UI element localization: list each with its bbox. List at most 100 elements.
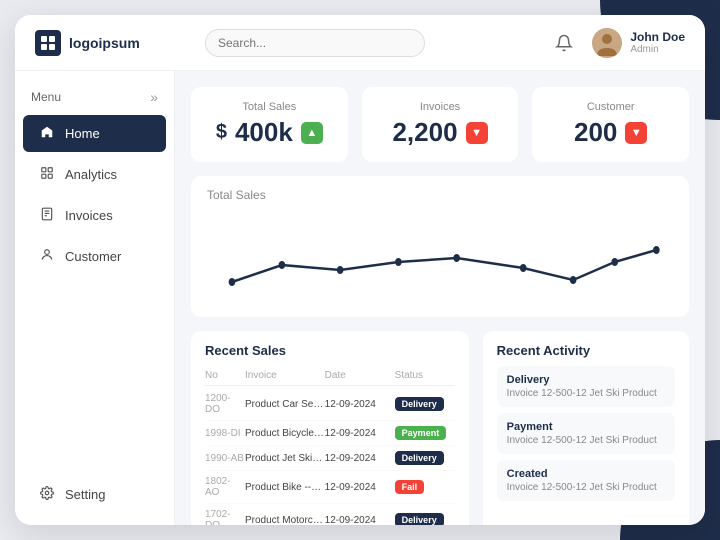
user-info: John Doe Admin [630,30,685,55]
row-no: 1200-DO [205,393,245,415]
stat-currency-total-sales: $ [216,121,227,144]
stat-value-total-sales: 400k [235,117,293,148]
recent-sales: Recent Sales No Invoice Date Status 1200… [191,331,469,525]
stat-cards: Total Sales $ 400k ▲ Invoices 2,200 ▼ Cu [191,87,689,162]
table-row: 1702-DO Product Motorcycle --12-11-AO 12… [205,504,455,525]
col-invoice: Invoice [245,370,325,381]
header-right: John Doe Admin [550,28,685,58]
row-date: 12-09-2024 [325,399,395,410]
activity-type: Created [507,468,665,480]
stat-value-row-customer: 200 ▼ [574,117,647,148]
row-invoice: Product Bike --12-1291-AD [245,482,325,493]
row-status: Payment [395,426,455,440]
stat-value-row-total-sales: $ 400k ▲ [216,117,323,148]
avatar [592,28,622,58]
stat-value-invoices: 2,200 [392,117,457,148]
notification-icon[interactable] [550,29,578,57]
activity-desc: Invoice 12-500-12 Jet Ski Product [507,482,665,493]
search-input[interactable] [205,29,425,57]
status-badge: Delivery [395,397,444,411]
activity-item: Created Invoice 12-500-12 Jet Ski Produc… [497,460,675,501]
row-status: Fail [395,480,455,494]
status-badge: Payment [395,426,447,440]
trend-down-invoices: ▼ [466,122,488,144]
stat-card-customer: Customer 200 ▼ [532,87,689,162]
row-date: 12-09-2024 [325,453,395,464]
status-badge: Delivery [395,451,444,465]
recent-sales-title: Recent Sales [205,343,455,358]
user-name: John Doe [630,30,685,44]
sidebar-item-invoices-label: Invoices [65,208,113,223]
logo-icon [35,30,61,56]
col-no: No [205,370,245,381]
user-area[interactable]: John Doe Admin [592,28,685,58]
table-row: 1990-AB Product Jet Ski --12-2912-AO 12-… [205,446,455,471]
row-invoice: Product Bicycle --12-130-AOI [245,428,325,439]
activity-type: Payment [507,421,665,433]
chart-card: Total Sales [191,176,689,317]
content: Total Sales $ 400k ▲ Invoices 2,200 ▼ Cu [175,71,705,525]
trend-down-customer: ▼ [625,122,647,144]
status-badge: Fail [395,480,425,494]
sidebar-item-analytics-label: Analytics [65,167,117,182]
activity-list: Delivery Invoice 12-500-12 Jet Ski Produ… [497,366,675,501]
row-no: 1702-DO [205,509,245,525]
table-header: No Invoice Date Status [205,366,455,386]
search-bar [205,29,425,57]
recent-activity-title: Recent Activity [497,343,675,358]
activity-item: Payment Invoice 12-500-12 Jet Ski Produc… [497,413,675,454]
activity-type: Delivery [507,374,665,386]
sidebar-item-invoices[interactable]: Invoices [23,197,166,234]
sidebar-setting-label: Setting [65,487,105,502]
sidebar-item-customer[interactable]: Customer [23,238,166,275]
sidebar: Menu » Home Analytics Invoices [15,71,175,525]
sidebar-item-home-label: Home [65,126,100,141]
stat-label-invoices: Invoices [420,101,460,113]
row-invoice: Product Motorcycle --12-11-AO [245,515,325,526]
activity-desc: Invoice 12-500-12 Jet Ski Product [507,388,665,399]
activity-desc: Invoice 12-500-12 Jet Ski Product [507,435,665,446]
setting-icon [39,486,55,503]
col-date: Date [325,370,395,381]
menu-label: Menu [31,90,61,104]
sidebar-item-analytics[interactable]: Analytics [23,156,166,193]
stat-card-total-sales: Total Sales $ 400k ▲ [191,87,348,162]
sidebar-item-customer-label: Customer [65,249,121,264]
status-badge: Delivery [395,513,444,525]
sidebar-menu-label: Menu » [15,81,174,113]
sidebar-item-home[interactable]: Home [23,115,166,152]
row-date: 12-09-2024 [325,515,395,526]
bottom-section: Recent Sales No Invoice Date Status 1200… [191,331,689,525]
sales-table-body: 1200-DO Product Car Seat --12-1400-DO 12… [205,388,455,525]
chart-svg [207,210,673,300]
row-status: Delivery [395,397,455,411]
row-date: 12-09-2024 [325,428,395,439]
row-date: 12-09-2024 [325,482,395,493]
stat-label-customer: Customer [587,101,635,113]
stat-value-customer: 200 [574,117,617,148]
chart-title: Total Sales [207,188,673,202]
home-icon [39,125,55,142]
row-no: 1802-AO [205,476,245,498]
main-body: Menu » Home Analytics Invoices [15,71,705,525]
row-invoice: Product Car Seat --12-1400-DO [245,399,325,410]
stat-card-invoices: Invoices 2,200 ▼ [362,87,519,162]
recent-activity: Recent Activity Delivery Invoice 12-500-… [483,331,689,525]
col-status: Status [395,370,455,381]
table-row: 1802-AO Product Bike --12-1291-AD 12-09-… [205,471,455,504]
menu-chevron: » [150,89,158,105]
logo-area: logoipsum [35,30,195,56]
row-no: 1990-AB [205,453,245,464]
sidebar-item-setting[interactable]: Setting [23,476,166,513]
header: logoipsum John Doe Admin [15,15,705,71]
customer-icon [39,248,55,265]
row-status: Delivery [395,513,455,525]
invoices-icon [39,207,55,224]
table-row: 1200-DO Product Car Seat --12-1400-DO 12… [205,388,455,421]
row-no: 1998-DI [205,428,245,439]
analytics-icon [39,166,55,183]
stat-label-total-sales: Total Sales [242,101,296,113]
logo-text: logoipsum [69,35,140,51]
stat-value-row-invoices: 2,200 ▼ [392,117,487,148]
row-status: Delivery [395,451,455,465]
